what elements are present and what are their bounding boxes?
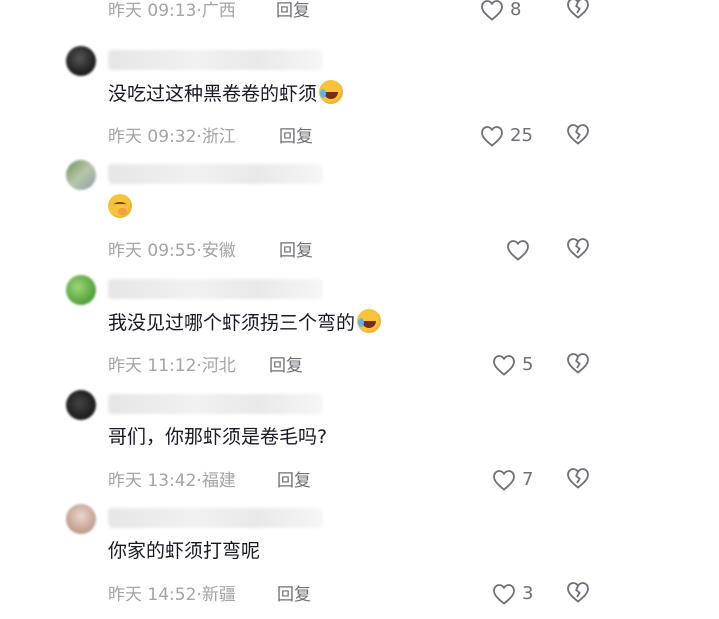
dislike-button[interactable] [566,237,592,263]
laugh-cry-emoji-icon [357,309,382,333]
reply-button[interactable]: 回复 [277,470,311,492]
comment-body: 没吃过这种黑卷卷的虾须 [108,83,318,105]
like-count: 8 [510,0,522,20]
heart-outline-icon [481,0,503,21]
broken-heart-icon [567,468,589,489]
comment-text: 我没见过哪个虾须拐三个弯的 [108,309,382,336]
comment-item: 哥们，你那虾须是卷毛吗? 昨天 13:42·福建 回复 7 [0,390,719,505]
broken-heart-icon [567,0,589,19]
comment-item: 你家的虾须打弯呢 昨天 14:52·新疆 回复 3 [0,504,719,619]
avatar[interactable] [66,390,96,420]
comment-item: 昨天 09:13·广西 回复 8 [0,0,719,35]
comment-text: 没吃过这种黑卷卷的虾须 [108,80,344,107]
broken-heart-icon [567,124,589,145]
like-count: 25 [510,125,533,146]
reply-button[interactable]: 回复 [269,355,303,377]
comment-time: 昨天 09:13 [108,1,197,21]
comment-location: 福建 [201,471,236,491]
like-count: 3 [522,583,534,604]
username[interactable] [108,508,323,528]
comment-time: 昨天 13:42 [108,471,197,491]
heart-outline-icon [493,584,515,605]
avatar[interactable] [66,504,96,534]
comment-text: 你家的虾须打弯呢 [108,538,260,564]
dislike-button[interactable] [566,581,592,607]
avatar[interactable] [66,275,96,305]
avatar[interactable] [66,46,96,76]
comment-body: 我没见过哪个虾须拐三个弯的 [108,312,356,334]
comment-meta: 昨天 09:32·浙江 [108,127,236,147]
comment-time: 昨天 09:55 [108,241,197,261]
comment-time: 昨天 14:52 [108,585,197,605]
comment-location: 安徽 [201,241,236,261]
dislike-button[interactable] [566,0,592,23]
dislike-button[interactable] [566,123,592,149]
dislike-button[interactable] [566,352,592,378]
laugh-cry-emoji-icon [319,80,344,104]
comment-text [108,194,132,221]
comment-location: 河北 [201,356,236,376]
dislike-button[interactable] [566,467,592,493]
reply-button[interactable]: 回复 [279,126,313,148]
reply-button[interactable]: 回复 [276,0,310,22]
like-count: 7 [522,469,534,490]
comment-time: 昨天 11:12 [108,356,197,376]
comment-meta: 昨天 09:13·广西 [108,1,236,21]
reply-button[interactable]: 回复 [277,584,311,606]
reply-button[interactable]: 回复 [279,240,313,262]
like-button[interactable] [506,237,536,263]
comment-meta: 昨天 13:42·福建 [108,471,236,491]
like-button[interactable]: 25 [480,123,533,149]
comment-item: 昨天 09:55·安徽 回复 [0,160,719,275]
comment-meta: 昨天 09:55·安徽 [108,241,236,261]
username[interactable] [108,164,323,184]
heart-outline-icon [507,240,529,261]
comment-location: 广西 [201,1,236,21]
heart-outline-icon [493,355,515,376]
like-button[interactable]: 8 [480,0,521,23]
broken-heart-icon [567,353,589,374]
heart-outline-icon [481,126,503,147]
username[interactable] [108,394,323,414]
heart-outline-icon [493,470,515,491]
comment-text: 哥们，你那虾须是卷毛吗? [108,424,327,450]
username[interactable] [108,279,323,299]
comment-item: 没吃过这种黑卷卷的虾须 昨天 09:32·浙江 回复 25 [0,46,719,161]
shy-emoji-icon [108,194,132,218]
comment-time: 昨天 09:32 [108,127,197,147]
like-button[interactable]: 5 [492,352,533,378]
comment-body: 哥们，你那虾须是卷毛吗? [108,426,328,448]
like-count: 5 [522,354,534,375]
comment-meta: 昨天 11:12·河北 [108,356,236,376]
comment-meta: 昨天 14:52·新疆 [108,585,236,605]
comment-location: 新疆 [201,585,236,605]
avatar[interactable] [66,160,96,190]
comment-body: 你家的虾须打弯呢 [108,540,261,562]
like-button[interactable]: 7 [492,467,533,493]
broken-heart-icon [567,582,589,603]
like-button[interactable]: 3 [492,581,533,607]
comment-item: 我没见过哪个虾须拐三个弯的 昨天 11:12·河北 回复 5 [0,275,719,390]
broken-heart-icon [567,238,589,259]
username[interactable] [108,50,323,70]
comment-location: 浙江 [201,127,236,147]
